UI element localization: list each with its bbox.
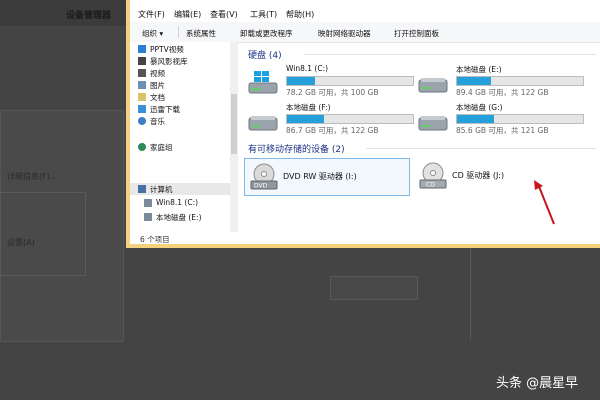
- background-divider: [470, 248, 477, 340]
- menu-edit[interactable]: 编辑(E): [174, 9, 201, 20]
- toolbar: 组织 ▾ 系统属性 卸载或更改程序 映射网络驱动器 打开控制面板: [130, 22, 600, 43]
- drive-c-usage-bar: [286, 76, 414, 86]
- background-title: 设备管理器: [66, 11, 112, 21]
- dvd-drive-icon: DVD: [250, 163, 278, 190]
- nav-item-thunder[interactable]: 迅雷下载: [150, 104, 180, 115]
- download-icon: [138, 105, 146, 113]
- drive-f[interactable]: 本地磁盘 (F:) 86.7 GB 可用，共 122 GB: [248, 102, 418, 142]
- hard-drive-icon: [418, 78, 448, 93]
- menu-bar: 文件(F) 编辑(E) 查看(V) 工具(T) 帮助(H): [130, 6, 600, 20]
- menu-file[interactable]: 文件(F): [138, 9, 165, 20]
- drive-e-usage-bar: [456, 76, 584, 86]
- status-item-count: 6 个项目: [140, 235, 170, 244]
- background-button: [330, 276, 418, 300]
- explorer-window: 文件(F) 编辑(E) 查看(V) 工具(T) 帮助(H) 组织 ▾ 系统属性 …: [126, 0, 600, 248]
- video-folder-icon: [138, 45, 146, 53]
- music-icon: [138, 117, 146, 125]
- control-panel-button[interactable]: 打开控制面板: [394, 28, 439, 39]
- nav-item-homegroup[interactable]: 家庭组: [150, 142, 173, 153]
- background-text-1: 详细信息(F)...: [7, 172, 58, 181]
- nav-item-music[interactable]: 音乐: [150, 116, 165, 127]
- windows-drive-icon: [248, 71, 278, 94]
- pictures-icon: [138, 81, 146, 89]
- homegroup-icon: [138, 143, 146, 151]
- drive-f-name: 本地磁盘 (F:): [286, 103, 331, 112]
- hard-drive-icon: [248, 116, 278, 131]
- drive-g-info: 85.6 GB 可用，共 121 GB: [456, 126, 549, 135]
- drive-f-info: 86.7 GB 可用，共 122 GB: [286, 126, 379, 135]
- nav-item-pictures[interactable]: 图片: [150, 80, 165, 91]
- group-removable-devices[interactable]: 有可移动存储的设备 (2): [248, 142, 345, 155]
- system-properties-button[interactable]: 系统属性: [186, 28, 216, 39]
- navigation-pane: PPTV视频 暴风影视库 视频 图片 文档 迅雷下载 音乐 家庭组 计算机 Wi…: [130, 42, 238, 244]
- video-folder-icon: [138, 57, 146, 65]
- computer-icon: [138, 185, 146, 193]
- svg-text:DVD: DVD: [254, 183, 268, 190]
- drive-c-name: Win8.1 (C:): [286, 64, 329, 73]
- dvd-drive-name: DVD RW 驱动器 (I:): [283, 172, 357, 181]
- menu-view[interactable]: 查看(V): [210, 9, 238, 20]
- nav-item-drive-c[interactable]: Win8.1 (C:): [156, 198, 198, 207]
- background-box: [0, 192, 86, 276]
- dvd-drive-i[interactable]: DVD DVD RW 驱动器 (I:): [244, 158, 410, 196]
- nav-item-baofeng[interactable]: 暴风影视库: [150, 56, 188, 67]
- map-drive-button[interactable]: 映射网络驱动器: [318, 28, 371, 39]
- nav-item-drive-e[interactable]: 本地磁盘 (E:): [156, 212, 202, 223]
- menu-tools[interactable]: 工具(T): [250, 9, 277, 20]
- drive-f-usage-fill: [287, 115, 324, 123]
- group-hard-disks[interactable]: 硬盘 (4): [248, 48, 282, 61]
- documents-icon: [138, 93, 146, 101]
- drive-e-name: 本地磁盘 (E:): [456, 65, 502, 74]
- group-divider: [366, 148, 596, 149]
- drive-icon: [144, 199, 152, 207]
- nav-item-computer[interactable]: 计算机: [150, 184, 173, 195]
- nav-item-videos[interactable]: 视频: [150, 68, 165, 79]
- drive-c-usage-fill: [287, 77, 315, 85]
- video-folder-icon: [138, 69, 146, 77]
- nav-item-documents[interactable]: 文档: [150, 92, 165, 103]
- drive-g-usage-fill: [457, 115, 494, 123]
- menu-help[interactable]: 帮助(H): [286, 9, 314, 20]
- group-divider: [304, 54, 596, 55]
- cd-drive-icon: CD: [419, 162, 447, 189]
- watermark: 头条 @晨星早: [496, 376, 579, 391]
- nav-scrollbar-thumb[interactable]: [231, 94, 237, 154]
- drive-e-info: 89.4 GB 可用，共 122 GB: [456, 88, 549, 97]
- drive-f-usage-bar: [286, 114, 414, 124]
- drive-g[interactable]: 本地磁盘 (G:) 85.6 GB 可用，共 121 GB: [418, 102, 588, 142]
- nav-item-pptv[interactable]: PPTV视频: [150, 44, 184, 55]
- drive-e[interactable]: 本地磁盘 (E:) 89.4 GB 可用，共 122 GB: [418, 64, 588, 104]
- drive-c[interactable]: Win8.1 (C:) 78.2 GB 可用，共 100 GB: [248, 64, 418, 104]
- hard-drive-icon: [418, 116, 448, 131]
- drive-e-usage-fill: [457, 77, 492, 85]
- drive-c-info: 78.2 GB 可用，共 100 GB: [286, 88, 379, 97]
- svg-text:CD: CD: [426, 182, 435, 189]
- toolbar-separator: [178, 26, 179, 38]
- uninstall-button[interactable]: 卸载或更改程序: [240, 28, 293, 39]
- drive-icon: [144, 213, 152, 221]
- drive-g-name: 本地磁盘 (G:): [456, 103, 503, 112]
- drive-g-usage-bar: [456, 114, 584, 124]
- annotation-arrow-icon: [534, 180, 555, 225]
- cd-drive-name: CD 驱动器 (J:): [452, 171, 505, 180]
- organize-button[interactable]: 组织 ▾: [142, 28, 163, 39]
